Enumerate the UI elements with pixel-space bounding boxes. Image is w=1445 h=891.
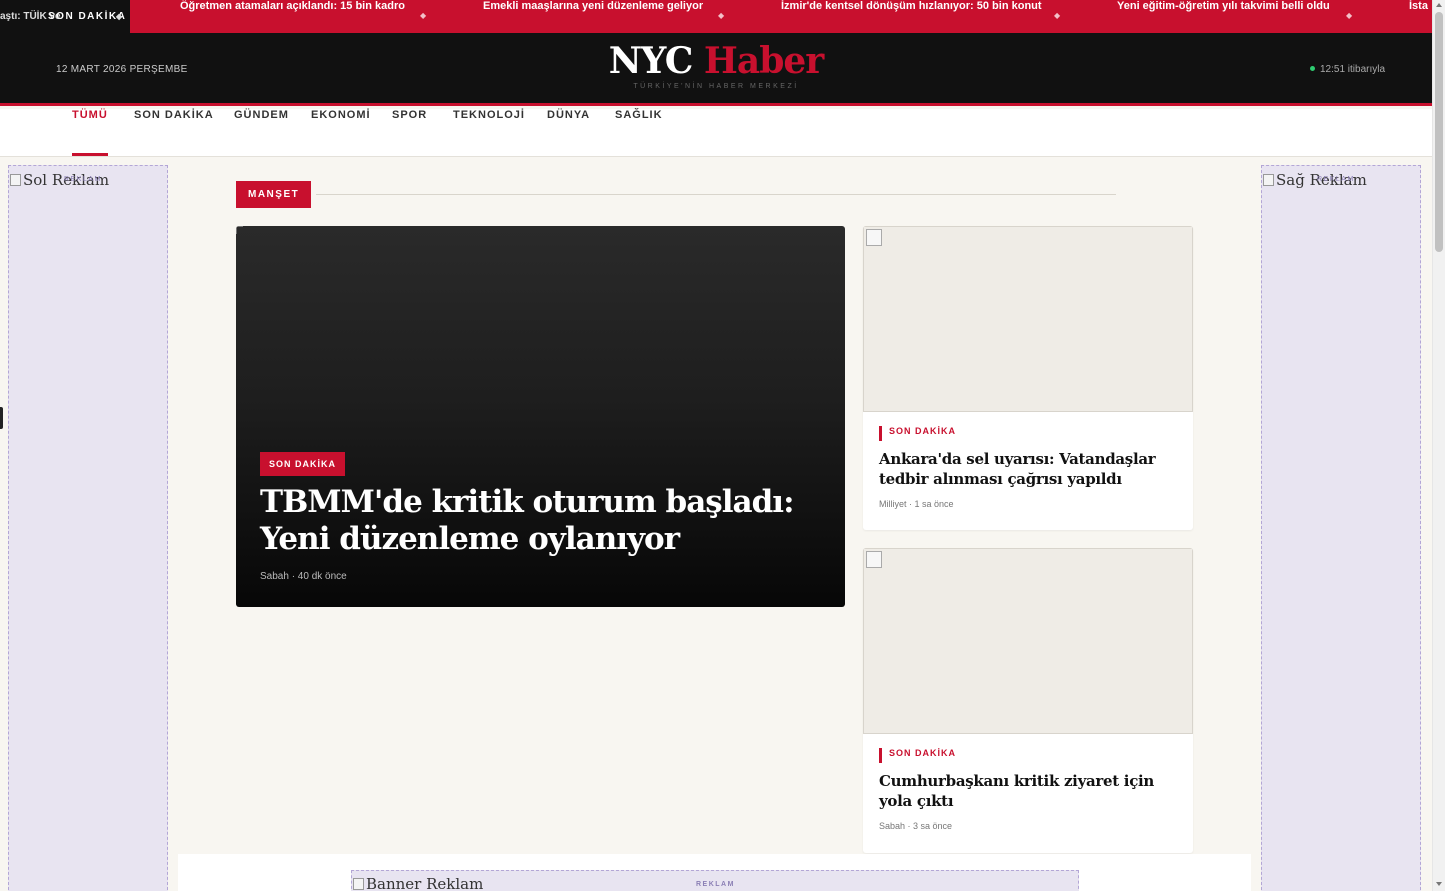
page-scrollbar[interactable]	[1432, 0, 1445, 891]
banner-ad-slot[interactable]: Banner Reklam REKLAM	[351, 870, 1079, 891]
diamond-separator-icon: ◆	[1346, 11, 1353, 20]
live-status-text: 12:51 itibarıyla	[1320, 64, 1386, 75]
diamond-separator-icon: ◆	[420, 11, 427, 20]
hero-category-badge: SON DAKİKA	[260, 452, 346, 476]
category-nav: TÜMÜ SON DAKİKA GÜNDEM EKONOMİ SPOR TEKN…	[0, 109, 1432, 157]
drawer-handle[interactable]	[0, 407, 3, 429]
story-category: SON DAKİKA	[879, 426, 956, 441]
breaking-news-label: SON DAKİKA	[48, 11, 127, 22]
logo-text-nyc: NYC	[608, 40, 694, 82]
story-thumbnail	[863, 226, 1193, 412]
scrollbar-thumb[interactable]	[1435, 12, 1443, 252]
diamond-separator-icon: ◆	[1054, 11, 1061, 20]
broken-image-icon	[236, 226, 243, 234]
right-ad-slot[interactable]: Sağ Reklam REKLAM	[1261, 165, 1421, 891]
section-heading-manset: MANŞET	[236, 181, 312, 208]
hero-headline[interactable]: TBMM'de kritik oturum başladı: Yeni düze…	[260, 484, 820, 558]
hero-meta: Sabah · 40 dk önce	[260, 571, 347, 582]
ticker-item[interactable]: İzmir'de kentsel dönüşüm hızlanıyor: 50 …	[781, 0, 1042, 33]
nav-tab-son-dakika[interactable]: SON DAKİKA	[134, 109, 214, 156]
ticker-item[interactable]: İsta	[1409, 0, 1428, 33]
story-category: SON DAKİKA	[879, 748, 956, 763]
live-dot-icon	[1310, 65, 1315, 71]
story-thumbnail	[863, 548, 1193, 734]
site-logo[interactable]: NYC Haber	[0, 41, 1432, 81]
site-tagline: TÜRKİYE'NİN HABER MERKEZİ	[633, 83, 799, 90]
nav-tab-saglik[interactable]: SAĞLIK	[615, 109, 663, 156]
banner-ad-image: Banner Reklam	[353, 875, 483, 891]
ad-label: REKLAM	[64, 176, 102, 183]
section-divider	[316, 194, 1116, 195]
diamond-separator-icon: ◆	[116, 12, 123, 21]
story-headline[interactable]: Ankara'da sel uyarısı: Vatandaşlar tedbi…	[879, 449, 1184, 489]
story-meta: Milliyet · 1 sa önce	[879, 499, 954, 509]
ticker-item[interactable]: Yeni eğitim-öğretim yılı takvimi belli o…	[1117, 0, 1330, 33]
scroll-down-icon[interactable]	[1436, 882, 1442, 886]
scroll-up-icon[interactable]	[1436, 3, 1442, 7]
story-card[interactable]: SON DAKİKA Cumhurbaşkanı kritik ziyaret …	[863, 548, 1193, 853]
hero-story[interactable]: SON DAKİKA TBMM'de kritik oturum başladı…	[236, 226, 845, 607]
story-meta: Sabah · 3 sa önce	[879, 821, 953, 831]
breaking-news-badge: aştı: TÜİK ve SON DAKİKA ◆	[0, 0, 130, 33]
ticker-item[interactable]: Emekli maaşlarına yeni düzenleme geliyor	[483, 0, 703, 33]
left-ad-slot[interactable]: Sol Reklam REKLAM	[8, 165, 168, 891]
ticker-item[interactable]: Öğretmen atamaları açıklandı: 15 bin kad…	[180, 0, 405, 33]
site-header: 12 MART 2026 PERŞEMBE NYC Haber TÜRKİYE'…	[0, 33, 1432, 106]
nav-tab-teknoloji[interactable]: TEKNOLOJİ	[453, 109, 525, 156]
nav-tab-tumu[interactable]: TÜMÜ	[72, 109, 108, 156]
logo-text-haber: Haber	[703, 40, 824, 82]
story-card[interactable]: SON DAKİKA Ankara'da sel uyarısı: Vatand…	[863, 226, 1193, 530]
nav-tab-ekonomi[interactable]: EKONOMİ	[311, 109, 371, 156]
breaking-news-ticker: Öğretmen atamaları açıklandı: 15 bin kad…	[0, 0, 1432, 33]
diamond-separator-icon: ◆	[718, 11, 725, 20]
nav-tab-spor[interactable]: SPOR	[392, 109, 427, 156]
nav-tab-gundem[interactable]: GÜNDEM	[234, 109, 289, 156]
ad-label: REKLAM	[696, 881, 735, 888]
nav-tab-dunya[interactable]: DÜNYA	[547, 109, 590, 156]
story-headline[interactable]: Cumhurbaşkanı kritik ziyaret için yola ç…	[879, 771, 1184, 811]
live-status: 12:51 itibarıyla	[1310, 64, 1385, 75]
ad-label: REKLAM	[1317, 176, 1355, 183]
